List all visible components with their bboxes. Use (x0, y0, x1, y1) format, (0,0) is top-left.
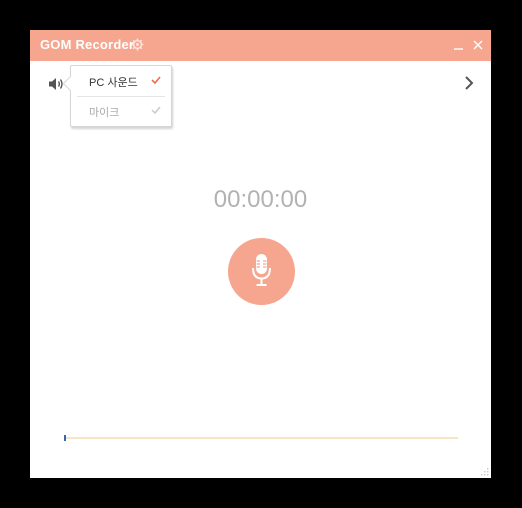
menu-item-label: 마이크 (89, 107, 120, 119)
microphone-icon (252, 254, 271, 286)
menu-item-mic[interactable]: 마이크 (71, 97, 171, 125)
app-title: GOM Recorder (40, 37, 135, 52)
audio-level-track (64, 437, 458, 439)
speaker-icon[interactable] (48, 77, 64, 91)
minimize-icon[interactable] (452, 38, 466, 52)
checkmark-icon (151, 106, 161, 114)
checkmark-icon (151, 76, 161, 84)
audio-level-marker[interactable] (64, 435, 66, 441)
menu-item-pc-sound[interactable]: PC 사운드 (71, 67, 171, 95)
recorder-window: GOM Recorder PC 사운드 마이크 00:00:00 (30, 30, 491, 478)
record-button[interactable] (228, 238, 295, 305)
close-icon[interactable] (471, 38, 485, 52)
resize-grip-icon[interactable] (480, 467, 489, 476)
audio-source-menu: PC 사운드 마이크 (62, 65, 172, 127)
title-bar[interactable]: GOM Recorder (30, 30, 491, 61)
chevron-right-icon[interactable] (462, 75, 476, 91)
menu-item-label: PC 사운드 (89, 77, 138, 89)
gear-icon[interactable] (131, 38, 144, 51)
elapsed-time: 00:00:00 (213, 186, 308, 213)
